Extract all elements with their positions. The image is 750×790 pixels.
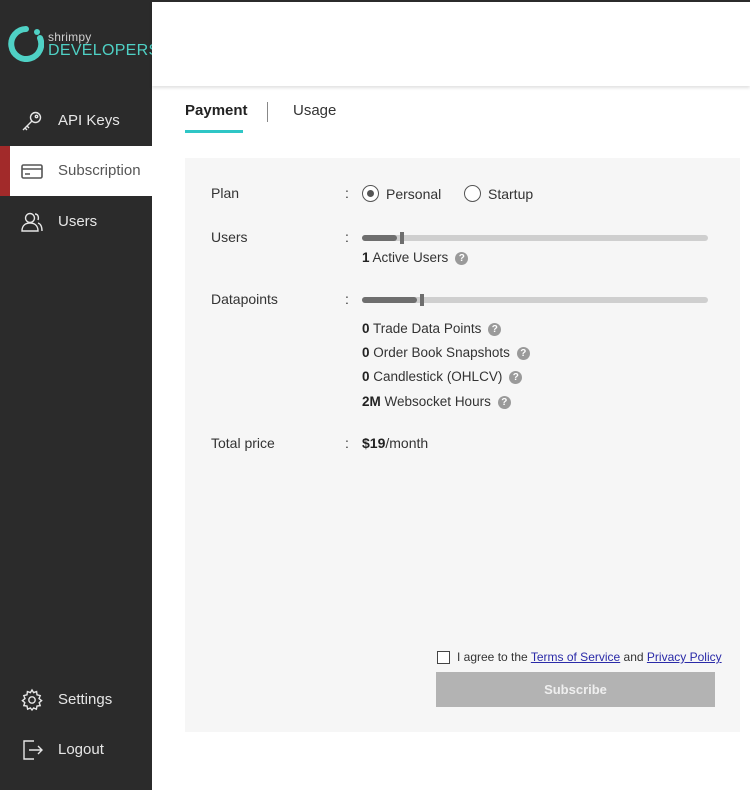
agree-checkbox[interactable] <box>437 651 450 664</box>
total-price-colon: : <box>345 435 349 451</box>
sidebar-item-api-keys[interactable]: API Keys <box>0 96 152 146</box>
users-slider[interactable] <box>362 232 708 244</box>
active-users-label: Active Users <box>372 250 449 265</box>
sidebar-item-subscription[interactable]: Subscription <box>0 146 152 196</box>
sidebar-item-logout[interactable]: Logout <box>0 725 152 775</box>
terms-of-service-link[interactable]: Terms of Service <box>531 650 620 664</box>
tab-usage[interactable]: Usage <box>293 102 336 119</box>
gear-icon <box>21 688 43 712</box>
agreement-text: I agree to the Terms of Service and Priv… <box>457 650 722 664</box>
plan-startup-radio[interactable] <box>464 185 481 202</box>
privacy-policy-link[interactable]: Privacy Policy <box>647 650 722 664</box>
key-icon <box>22 111 42 131</box>
datapoints-colon: : <box>345 291 349 307</box>
plan-startup-label[interactable]: Startup <box>488 186 533 202</box>
logout-icon <box>23 740 43 760</box>
sidebar-item-users[interactable]: Users <box>0 197 152 247</box>
users-slider-handle[interactable] <box>400 232 404 244</box>
datapoint-item: 0 Candlestick (OHLCV)? <box>362 369 523 384</box>
datapoints-slider-handle[interactable] <box>420 294 424 306</box>
agreement-and: and <box>623 650 644 664</box>
datapoints-slider[interactable] <box>362 294 708 306</box>
total-price-value: $19/month <box>362 435 428 451</box>
help-icon[interactable]: ? <box>509 371 523 384</box>
datapoint-label: Trade Data Points <box>373 321 482 336</box>
shrimpy-logo-icon <box>8 26 44 62</box>
active-tab-indicator <box>185 130 243 133</box>
tab-divider <box>267 102 268 122</box>
subscription-panel: Plan : Personal Startup Users : 1 Active… <box>185 158 740 732</box>
total-price-label: Total price <box>211 435 275 451</box>
sidebar-item-label: API Keys <box>58 112 120 129</box>
datapoint-label: Websocket Hours <box>384 394 491 409</box>
datapoints-label: Datapoints <box>211 291 278 307</box>
sidebar-item-label: Settings <box>58 691 113 708</box>
plan-label: Plan <box>211 185 240 201</box>
help-icon[interactable]: ? <box>455 252 469 265</box>
datapoint-item: 0 Order Book Snapshots? <box>362 345 530 360</box>
datapoint-item: 2M Websocket Hours? <box>362 394 511 409</box>
users-colon: : <box>345 229 349 245</box>
datapoint-item: 0 Trade Data Points? <box>362 321 502 336</box>
plan-personal-radio[interactable] <box>362 185 379 202</box>
sidebar-item-label: Logout <box>58 741 104 758</box>
agreement-prefix: I agree to the <box>457 650 528 664</box>
datapoint-value: 0 <box>362 321 370 336</box>
help-icon[interactable]: ? <box>516 347 530 360</box>
plan-personal-label[interactable]: Personal <box>386 186 441 202</box>
sidebar: shrimpy DEVELOPERS API Keys Subscription… <box>0 0 159 790</box>
logo-text-developers: DEVELOPERS <box>48 42 160 59</box>
tab-payment[interactable]: Payment <box>185 102 248 119</box>
sidebar-item-label: Subscription <box>58 162 141 179</box>
price-period: /month <box>385 435 429 451</box>
price-amount: $19 <box>362 435 386 451</box>
credit-card-icon <box>21 164 43 179</box>
subscribe-button[interactable]: Subscribe <box>436 672 715 707</box>
datapoints-slider-fill <box>362 297 417 303</box>
users-label: Users <box>211 229 248 245</box>
plan-colon: : <box>345 185 349 201</box>
datapoint-label: Candlestick (OHLCV) <box>373 369 503 384</box>
datapoint-value: 0 <box>362 345 370 360</box>
active-users-info: 1 Active Users? <box>362 250 469 265</box>
shrimpy-developers-logo[interactable]: shrimpy DEVELOPERS <box>8 26 159 66</box>
users-slider-fill <box>362 235 397 241</box>
sidebar-item-label: Users <box>58 213 98 230</box>
datapoint-label: Order Book Snapshots <box>373 345 510 360</box>
help-icon[interactable]: ? <box>488 323 502 336</box>
datapoint-value: 2M <box>362 394 381 409</box>
users-icon <box>21 212 43 232</box>
datapoint-value: 0 <box>362 369 370 384</box>
help-icon[interactable]: ? <box>497 396 511 409</box>
top-bar <box>152 0 750 86</box>
sidebar-item-settings[interactable]: Settings <box>0 675 152 725</box>
active-users-count: 1 <box>362 250 370 265</box>
